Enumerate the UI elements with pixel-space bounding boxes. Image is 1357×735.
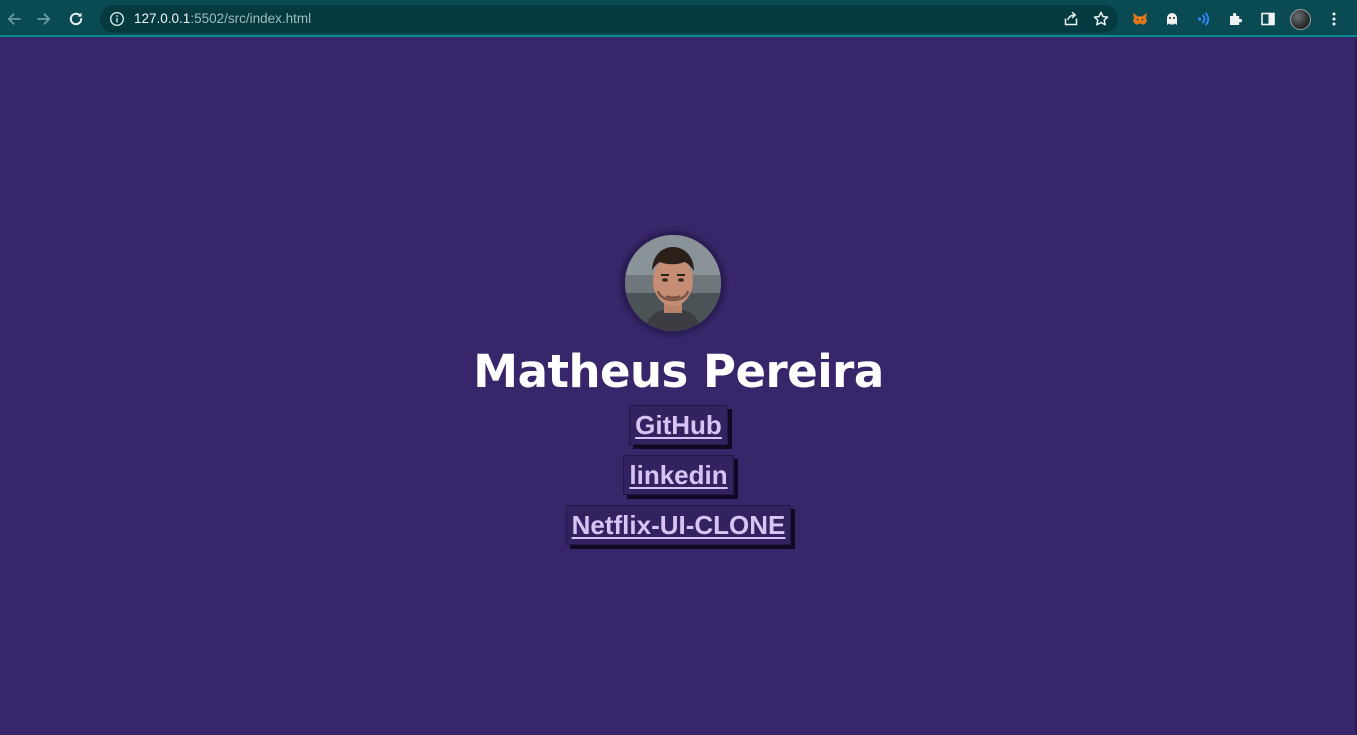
github-link[interactable]: GitHub xyxy=(629,405,728,445)
url-host: 127.0.0.1 xyxy=(134,11,191,26)
profile-avatar xyxy=(1289,8,1311,30)
profile-photo xyxy=(622,232,724,334)
reload-button[interactable] xyxy=(63,6,89,32)
back-button[interactable] xyxy=(1,6,27,32)
side-panel-icon[interactable] xyxy=(1255,6,1281,32)
profile-name: Matheus Pereira xyxy=(473,345,884,398)
extension-ghost-icon[interactable] xyxy=(1159,6,1185,32)
browser-toolbar: 127.0.0.1:5502/src/index.html xyxy=(0,0,1357,37)
url-path: :5502/src/index.html xyxy=(190,11,312,26)
back-arrow-icon xyxy=(7,13,21,25)
bookmark-star-icon xyxy=(1093,11,1109,26)
url-text[interactable]: 127.0.0.1:5502/src/index.html xyxy=(134,11,311,27)
reload-icon xyxy=(69,12,83,26)
forward-button[interactable] xyxy=(31,6,57,32)
extension-wave-icon[interactable] xyxy=(1191,6,1217,32)
profile-avatar-icon[interactable] xyxy=(1287,6,1313,32)
share-button[interactable] xyxy=(1058,6,1084,32)
list-item: Netflix-UI-CLONE xyxy=(0,505,1357,545)
bookmark-button[interactable] xyxy=(1088,6,1114,32)
extensions-puzzle-icon[interactable] xyxy=(1223,6,1249,32)
share-icon xyxy=(1064,11,1078,26)
kebab-menu-icon[interactable] xyxy=(1321,6,1347,32)
netflix-ui-clone-link[interactable]: Netflix-UI-CLONE xyxy=(565,505,792,545)
linkedin-link[interactable]: linkedin xyxy=(623,455,734,495)
list-item: GitHub xyxy=(0,405,1357,445)
metamask-fox-icon[interactable] xyxy=(1127,6,1153,32)
forward-arrow-icon xyxy=(37,13,51,25)
address-bar[interactable]: 127.0.0.1:5502/src/index.html xyxy=(100,5,1118,33)
list-item: linkedin xyxy=(0,455,1357,495)
site-info-icon[interactable] xyxy=(109,11,125,27)
